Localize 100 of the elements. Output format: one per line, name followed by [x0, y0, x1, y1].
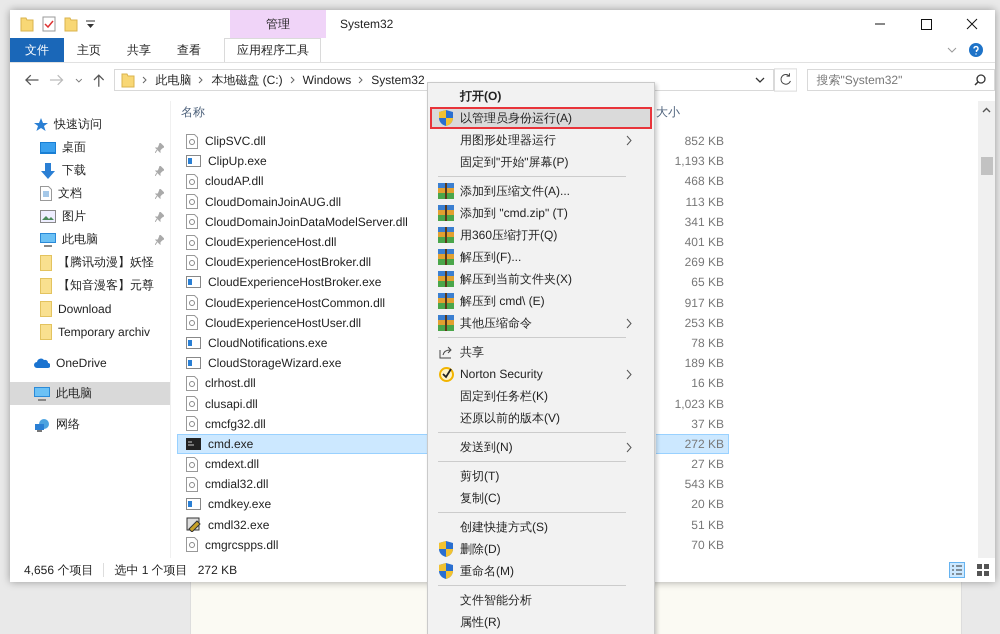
name-cell[interactable]: CloudExperienceHost.dll [177, 232, 427, 252]
menu-item[interactable]: 剪切(T) [430, 465, 652, 487]
size-cell-text: 27 KB [690, 456, 725, 474]
name-cell[interactable]: cmdkey.exe [177, 494, 427, 515]
app-window-icon [186, 155, 201, 168]
menu-item[interactable]: 还原以前的版本(V) [430, 407, 652, 429]
file-name: cmdext.dll [205, 457, 260, 472]
name-cell[interactable]: ClipSVC.dll [177, 131, 427, 152]
checkmark-icon [438, 366, 454, 382]
ribbon-tab[interactable]: 应用程序工具 [224, 38, 321, 62]
history-dropdown-icon[interactable] [755, 77, 766, 83]
name-cell[interactable]: CloudExperienceHostUser.dll [177, 312, 427, 333]
up-button[interactable] [92, 73, 104, 87]
menu-item[interactable]: 解压到(F)... [430, 246, 652, 268]
dll-file-icon [186, 416, 198, 432]
nav-item[interactable]: 下载 [10, 159, 170, 182]
menu-item[interactable]: 复制(C) [430, 487, 652, 509]
name-cell[interactable]: CloudDomainJoinAUG.dll [177, 192, 427, 212]
search-field[interactable]: 搜索"System32" [807, 69, 995, 91]
name-cell[interactable]: clrhost.dll [177, 373, 427, 394]
properties-icon[interactable] [42, 16, 56, 32]
nav-item[interactable]: 快速访问 [10, 113, 170, 136]
name-cell[interactable]: ClipUp.exe [177, 151, 427, 172]
nav-item[interactable]: 此电脑 [10, 382, 170, 405]
name-cell[interactable]: cmdl32.exe [177, 514, 427, 535]
menu-item[interactable]: 添加到压缩文件(A)... [430, 180, 652, 202]
nav-item[interactable]: 桌面 [10, 136, 170, 159]
folder-icon [121, 72, 136, 88]
scroll-thumb[interactable] [980, 157, 992, 175]
back-button[interactable] [24, 73, 40, 87]
nav-item[interactable]: 【知音漫客】元尊 [10, 274, 170, 297]
menu-item[interactable]: 用图形处理器运行 [430, 129, 652, 151]
menu-item[interactable]: Norton Security [430, 363, 652, 385]
nav-item[interactable]: 图片 [10, 205, 170, 228]
chevron-icon[interactable] [198, 76, 204, 84]
refresh-button[interactable] [774, 68, 798, 92]
document-icon [40, 186, 52, 201]
computer-icon [40, 232, 56, 246]
breadcrumb[interactable]: 此电脑 [155, 72, 192, 88]
file-tab[interactable]: 文件 [10, 38, 64, 62]
breadcrumb[interactable]: 本地磁盘 (C:) [211, 72, 283, 88]
menu-item[interactable]: 用360压缩打开(Q) [430, 224, 652, 246]
menu-item[interactable]: 共享 [430, 341, 652, 363]
menu-item[interactable]: 属性(R) [430, 611, 652, 633]
recent-dropdown-icon[interactable] [74, 78, 83, 82]
menu-item[interactable]: 固定到任务栏(K) [430, 385, 652, 407]
name-cell[interactable]: cmgrcspps.dll [177, 534, 427, 555]
size-cell-text: 1,193 KB [674, 153, 725, 170]
chevron-icon[interactable] [290, 76, 296, 84]
name-cell[interactable]: cmd.exe [177, 434, 427, 454]
thumbnail-view-button[interactable] [975, 562, 991, 578]
dropdown-icon[interactable] [86, 20, 95, 28]
nav-item[interactable]: OneDrive [10, 351, 170, 374]
name-cell[interactable]: cloudAP.dll [177, 171, 427, 192]
menu-item[interactable]: 发送到(N) [430, 436, 652, 458]
details-view-button[interactable] [949, 562, 965, 578]
menu-item[interactable]: 解压到当前文件夹(X) [430, 268, 652, 290]
name-cell[interactable]: CloudDomainJoinDataModelServer.dll [177, 212, 427, 232]
scrollbar[interactable] [978, 101, 995, 558]
search-icon [974, 74, 986, 86]
file-name: cmdial32.dll [205, 477, 268, 492]
chevron-icon[interactable] [358, 76, 364, 84]
name-cell[interactable]: CloudExperienceHostCommon.dll [177, 292, 427, 313]
menu-item[interactable]: 添加到 "cmd.zip" (T) [430, 202, 652, 224]
nav-item[interactable]: 文档 [10, 182, 170, 205]
menu-item[interactable]: 创建快捷方式(S) [430, 516, 652, 538]
menu-item[interactable]: 固定到"开始"屏幕(P) [430, 151, 652, 173]
chevron-icon[interactable] [142, 76, 148, 84]
app-window-icon [186, 336, 201, 349]
name-cell[interactable]: cmdial32.dll [177, 474, 427, 494]
name-cell[interactable]: cmdext.dll [177, 454, 427, 474]
name-cell[interactable]: CloudStorageWizard.exe [177, 353, 427, 374]
size-cell-text: 468 KB [684, 173, 725, 190]
nav-item[interactable]: 此电脑 [10, 228, 170, 251]
name-cell[interactable]: cmcfg32.dll [177, 414, 427, 434]
name-cell[interactable]: CloudNotifications.exe [177, 332, 427, 354]
nav-item[interactable]: Download [10, 297, 170, 320]
menu-item[interactable]: 文件智能分析 [430, 589, 652, 611]
archive-icon [438, 227, 454, 243]
breadcrumb[interactable]: Windows [302, 73, 352, 87]
dll-file-icon [186, 396, 198, 412]
size-cell-text: 852 KB [684, 133, 725, 150]
name-cell[interactable]: CloudExperienceHostBroker.exe [177, 272, 427, 292]
menu-item[interactable]: 删除(D) [430, 538, 652, 560]
nav-item[interactable]: 网络 [10, 413, 170, 436]
breadcrumb[interactable]: System32 [371, 73, 425, 87]
menu-item[interactable]: 解压到 cmd\ (E) [430, 290, 652, 312]
name-cell[interactable]: CloudExperienceHostBroker.dll [177, 252, 427, 272]
menu-item[interactable]: 其他压缩命令 [430, 312, 652, 334]
nav-item[interactable]: 【腾讯动漫】妖怪 [10, 251, 170, 274]
name-cell[interactable]: clusapi.dll [177, 393, 427, 414]
nav-item[interactable]: Temporary archiv [10, 320, 170, 343]
expand-ribbon-icon[interactable] [947, 47, 957, 53]
menu-item[interactable]: 以管理员身份运行(A) [430, 107, 652, 129]
help-icon[interactable] [969, 43, 983, 57]
file-name: cmcfg32.dll [205, 416, 266, 431]
scroll-up-icon[interactable] [982, 107, 991, 113]
selection-count: 选中 1 个项目 [114, 562, 188, 578]
menu-item[interactable]: 重命名(M) [430, 560, 652, 582]
size-cell: 272 KB [656, 434, 729, 454]
